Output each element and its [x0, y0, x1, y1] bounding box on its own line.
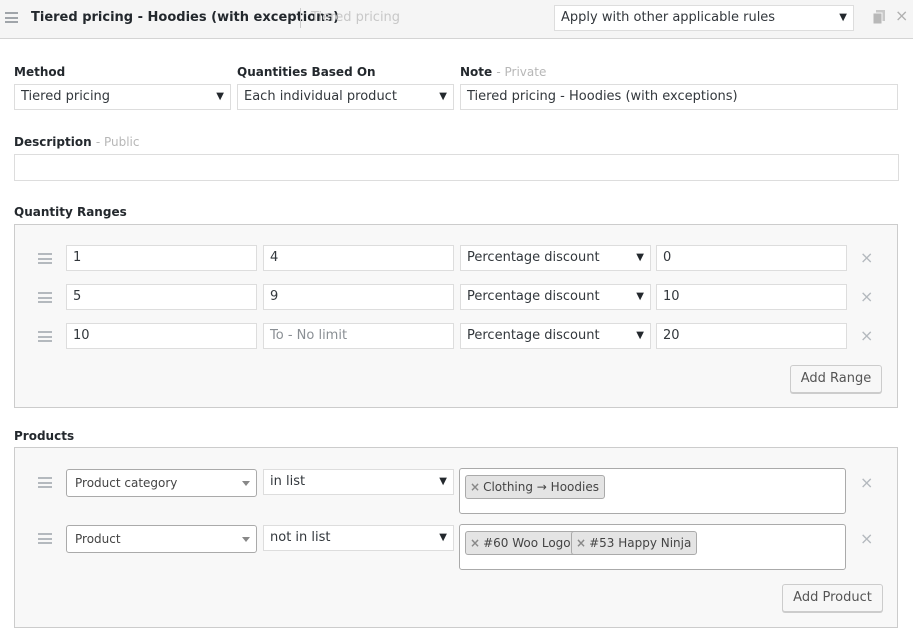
range-from-input[interactable]: 1	[66, 245, 257, 271]
selected-item-tag[interactable]: × #53 Happy Ninja	[571, 531, 698, 555]
drag-handle-icon[interactable]	[38, 533, 52, 544]
product-condition-type-select[interactable]: Product category	[66, 469, 257, 497]
add-range-button[interactable]: Add Range	[790, 365, 882, 393]
selected-item-tag[interactable]: × #60 Woo Logo	[465, 531, 577, 555]
note-private-hint: - Private	[496, 65, 547, 79]
product-condition-type-select[interactable]: Product	[66, 525, 257, 553]
remove-product-condition-icon[interactable]: ×	[860, 475, 873, 491]
range-value-input[interactable]: 20	[656, 323, 847, 349]
tag-remove-icon[interactable]: ×	[470, 536, 480, 550]
chevron-down-icon: ▼	[216, 91, 224, 102]
apply-rule-select-value: Apply with other applicable rules	[561, 10, 776, 25]
note-label: Note - Private	[460, 65, 546, 79]
tag-label: #53 Happy Ninja	[589, 536, 692, 550]
quantities-select-value: Each individual product	[244, 89, 397, 104]
product-items-multiselect[interactable]: × Clothing → Hoodies	[459, 468, 846, 514]
drag-handle-icon[interactable]	[38, 477, 52, 488]
product-condition-method-value: not in list	[270, 530, 331, 545]
range-from-input[interactable]: 10	[66, 323, 257, 349]
caret-down-icon	[242, 537, 250, 542]
tag-remove-icon[interactable]: ×	[576, 536, 586, 550]
rule-title: Tiered pricing - Hoodies (with exception…	[31, 10, 340, 25]
range-value-input[interactable]: 10	[656, 284, 847, 310]
description-label-text: Description	[14, 135, 92, 149]
remove-range-icon[interactable]: ×	[860, 328, 873, 344]
drag-handle-icon[interactable]	[5, 12, 18, 23]
quantities-based-on-label: Quantities Based On	[237, 65, 376, 79]
product-condition-type-value: Product category	[75, 476, 178, 490]
chevron-down-icon: ▼	[636, 330, 644, 341]
tag-label: #60 Woo Logo	[483, 536, 571, 550]
drag-handle-icon[interactable]	[38, 253, 52, 264]
header-divider	[300, 8, 301, 28]
drag-handle-icon[interactable]	[38, 331, 52, 342]
range-from-input[interactable]: 5	[66, 284, 257, 310]
apply-rule-select[interactable]: Apply with other applicable rules ▼	[554, 5, 854, 31]
chevron-down-icon: ▼	[636, 291, 644, 302]
drag-handle-icon[interactable]	[38, 292, 52, 303]
tag-remove-icon[interactable]: ×	[470, 480, 480, 494]
note-input[interactable]: Tiered pricing - Hoodies (with exception…	[460, 84, 898, 110]
duplicate-icon[interactable]	[873, 10, 885, 24]
products-panel: Product category in list ▼ × Clothing → H…	[14, 447, 898, 628]
chevron-down-icon: ▼	[439, 532, 447, 543]
range-discount-type-select[interactable]: Percentage discount ▼	[460, 323, 651, 349]
description-public-hint: - Public	[95, 135, 140, 149]
range-discount-type-select[interactable]: Percentage discount ▼	[460, 245, 651, 271]
remove-range-icon[interactable]: ×	[860, 289, 873, 305]
range-discount-type-value: Percentage discount	[467, 328, 600, 343]
product-condition-method-select[interactable]: not in list ▼	[263, 525, 454, 551]
remove-product-condition-icon[interactable]: ×	[860, 531, 873, 547]
chevron-down-icon: ▼	[439, 91, 447, 102]
caret-down-icon	[242, 481, 250, 486]
range-discount-type-value: Percentage discount	[467, 250, 600, 265]
delete-rule-icon[interactable]: ×	[895, 6, 908, 25]
note-label-text: Note	[460, 65, 493, 79]
description-input[interactable]	[14, 154, 899, 181]
products-label: Products	[14, 429, 75, 443]
method-select[interactable]: Tiered pricing ▼	[14, 84, 231, 110]
range-to-input[interactable]: To - No limit	[263, 323, 454, 349]
tag-label: Clothing → Hoodies	[483, 480, 599, 494]
range-to-input[interactable]: 9	[263, 284, 454, 310]
product-condition-method-value: in list	[270, 474, 306, 489]
product-condition-type-value: Product	[75, 532, 121, 546]
method-select-value: Tiered pricing	[21, 89, 111, 104]
method-label: Method	[14, 65, 66, 79]
add-product-button[interactable]: Add Product	[782, 584, 883, 612]
chevron-down-icon: ▼	[636, 252, 644, 263]
quantity-ranges-label: Quantity Ranges	[14, 205, 127, 219]
rule-header[interactable]: Tiered pricing - Hoodies (with exception…	[0, 0, 913, 39]
remove-range-icon[interactable]: ×	[860, 250, 873, 266]
chevron-down-icon: ▼	[839, 12, 847, 23]
product-items-multiselect[interactable]: × #60 Woo Logo × #53 Happy Ninja	[459, 524, 846, 570]
range-discount-type-select[interactable]: Percentage discount ▼	[460, 284, 651, 310]
quantity-ranges-panel: 1 4 Percentage discount ▼ 0 × 5 9 Percen…	[14, 224, 898, 408]
range-discount-type-value: Percentage discount	[467, 289, 600, 304]
chevron-down-icon: ▼	[439, 476, 447, 487]
selected-item-tag[interactable]: × Clothing → Hoodies	[465, 475, 605, 499]
range-to-input[interactable]: 4	[263, 245, 454, 271]
description-label: Description - Public	[14, 135, 139, 149]
quantities-based-on-select[interactable]: Each individual product ▼	[237, 84, 454, 110]
range-value-input[interactable]: 0	[656, 245, 847, 271]
product-condition-method-select[interactable]: in list ▼	[263, 469, 454, 495]
rule-method-summary: Tiered pricing	[311, 10, 401, 25]
